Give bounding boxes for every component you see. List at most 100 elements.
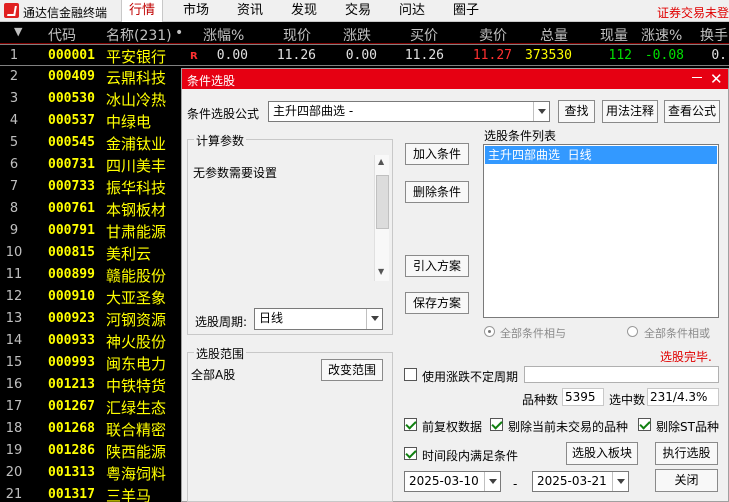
col-ask[interactable]: 卖价: [479, 25, 507, 45]
chevron-down-icon[interactable]: [484, 472, 500, 491]
row-index: 4: [9, 113, 19, 128]
stock-code: 000899: [48, 267, 95, 282]
radio-and[interactable]: [484, 326, 495, 337]
scroll-thumb[interactable]: [376, 175, 389, 229]
run-screen-button[interactable]: 执行选股: [655, 442, 718, 465]
date-from-value: 2025-03-10: [409, 474, 479, 488]
minimize-icon[interactable]: [692, 77, 702, 78]
menu-discover[interactable]: 发现: [284, 0, 324, 22]
menu-ask[interactable]: 问达: [392, 0, 432, 22]
date-to-value: 2025-03-21: [537, 474, 607, 488]
change-value: 0.00: [345, 48, 377, 63]
col-price[interactable]: 现价: [283, 25, 311, 45]
menu-quotes[interactable]: 行情: [121, 0, 163, 22]
close-button[interactable]: 关闭: [655, 469, 718, 492]
exclude-untraded-checkbox[interactable]: [490, 418, 503, 431]
row-index: 17: [5, 399, 23, 414]
exclude-st-checkbox[interactable]: [638, 418, 651, 431]
col-speed[interactable]: 涨速%: [641, 25, 682, 45]
add-condition-button[interactable]: 加入条件: [405, 143, 469, 165]
stock-name: 本钢板材: [106, 201, 167, 219]
condition-list[interactable]: 主升四部曲选 日线: [483, 144, 719, 318]
price-value: 11.26: [276, 48, 316, 63]
import-plan-button[interactable]: 引入方案: [405, 255, 469, 277]
period-label: 选股周期:: [195, 315, 248, 329]
delete-condition-button[interactable]: 删除条件: [405, 181, 469, 203]
menu-trade[interactable]: 交易: [338, 0, 378, 22]
current-volume-value: 112: [608, 48, 632, 63]
use-variable-period-label: 使用涨跌不定周期: [422, 370, 519, 384]
row-index: 6: [9, 157, 19, 172]
stock-screener-dialog: 条件选股 ✕ 条件选股公式 主升四部曲选 - 查找 用法注释 查看公式 计算参数…: [181, 68, 729, 502]
ask-value: 11.27: [472, 48, 512, 63]
stock-code: 000001: [48, 48, 95, 63]
top-bar: 通达信金融终端 行情 市场 资讯 发现 交易 问达 圈子 证券交易未登: [0, 0, 729, 22]
change-scope-button[interactable]: 改变范围: [321, 359, 383, 381]
close-icon[interactable]: ✕: [710, 70, 723, 88]
find-button[interactable]: 查找: [558, 100, 595, 123]
formula-select[interactable]: 主升四部曲选 -: [268, 101, 550, 122]
condition-list-label: 选股条件列表: [484, 129, 557, 143]
row-index: 14: [5, 333, 23, 348]
scroll-up-icon[interactable]: ▲: [378, 157, 384, 166]
stock-code: 000537: [48, 113, 95, 128]
col-name[interactable]: 名称(231): [106, 25, 172, 45]
view-formula-button[interactable]: 查看公式: [664, 100, 720, 123]
app-logo-icon: [4, 3, 19, 18]
scroll-down-icon[interactable]: ▼: [378, 267, 384, 276]
speed-value: -0.08: [644, 48, 684, 63]
count-field: 5395: [562, 388, 604, 406]
adjust-checkbox[interactable]: [404, 418, 417, 431]
stock-name: 河钢资源: [106, 311, 167, 329]
stock-code: 001317: [48, 487, 95, 502]
row-index: 19: [5, 443, 23, 458]
col-pct[interactable]: 涨幅%: [203, 25, 244, 45]
stock-name: 中铁特货: [106, 377, 167, 395]
stock-name: 赣能股份: [106, 267, 167, 285]
table-row[interactable]: 1 000001 平安银行 R 0.00 11.26 0.00 11.26 11…: [0, 44, 729, 66]
stock-code: 000409: [48, 69, 95, 84]
menu-market[interactable]: 市场: [176, 0, 216, 22]
usage-notes-button[interactable]: 用法注释: [602, 100, 658, 123]
period-select[interactable]: 日线: [254, 308, 383, 330]
period-select-value: 日线: [259, 311, 284, 325]
row-index: 9: [9, 223, 19, 238]
stock-code: 000910: [48, 289, 95, 304]
pct-value: 0.00: [216, 48, 248, 63]
radio-or-label: 全部条件相或: [644, 327, 710, 340]
interval-checkbox[interactable]: [404, 447, 417, 460]
exclude-untraded-label: 剔除当前未交易的品种: [508, 420, 629, 434]
menu-news[interactable]: 资讯: [230, 0, 270, 22]
col-volume[interactable]: 总量: [540, 25, 568, 45]
date-from-picker[interactable]: 2025-03-10: [404, 471, 501, 492]
date-to-picker[interactable]: 2025-03-21: [532, 471, 629, 492]
status-text: 选股完毕.: [660, 350, 712, 364]
col-code[interactable]: 代码: [48, 25, 76, 45]
list-item[interactable]: 主升四部曲选 日线: [485, 146, 717, 164]
stock-code: 001267: [48, 399, 95, 414]
stock-name: 甘肃能源: [106, 223, 167, 241]
add-to-block-button[interactable]: 选股入板块: [566, 442, 638, 465]
col-turnover[interactable]: 换手: [700, 25, 728, 45]
radio-or[interactable]: [627, 326, 638, 337]
col-bid[interactable]: 买价: [410, 25, 438, 45]
row-index: 11: [5, 267, 23, 282]
chevron-down-icon[interactable]: [533, 102, 549, 121]
trade-login-status[interactable]: 证券交易未登: [657, 4, 729, 21]
variable-period-field[interactable]: [524, 366, 719, 383]
stock-name: 大亚圣象: [106, 289, 167, 307]
col-current-volume[interactable]: 现量: [600, 25, 628, 45]
row-index: 10: [5, 245, 23, 260]
use-variable-period-checkbox[interactable]: [404, 368, 417, 381]
chevron-down-icon[interactable]: [366, 309, 382, 329]
save-plan-button[interactable]: 保存方案: [405, 292, 469, 314]
dialog-title-bar[interactable]: 条件选股 ✕: [182, 69, 728, 89]
menu-circle[interactable]: 圈子: [446, 0, 486, 22]
stock-code: 001313: [48, 465, 95, 480]
col-change[interactable]: 涨跌: [343, 25, 371, 45]
hit-label: 选中数: [609, 393, 646, 407]
chevron-down-icon[interactable]: [612, 472, 628, 491]
params-scrollbar[interactable]: ▲ ▼: [374, 155, 389, 281]
sort-arrow-icon[interactable]: ▼: [14, 25, 22, 38]
hit-field: 231/4.3%: [647, 388, 719, 406]
